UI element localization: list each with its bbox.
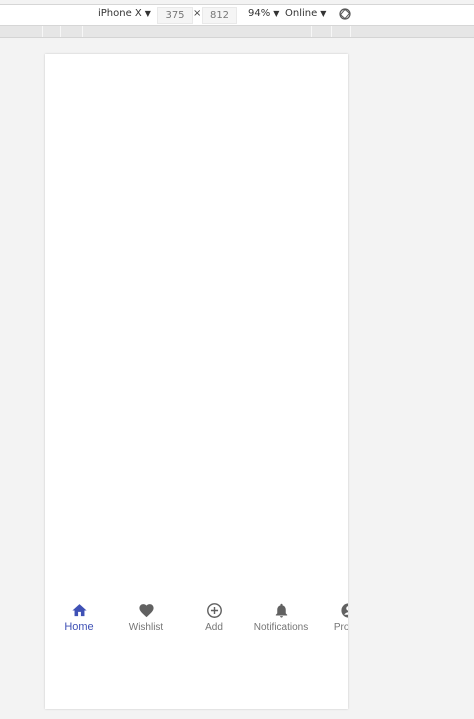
nav-label-add: Add xyxy=(205,622,223,633)
zoom-value: 94% xyxy=(248,8,271,19)
zoom-select[interactable]: 94% ▼ xyxy=(248,8,279,19)
width-input[interactable]: 375 xyxy=(157,7,193,24)
ruler-tick xyxy=(331,26,332,37)
device-name: iPhone X xyxy=(98,8,142,19)
caret-down-icon: ▼ xyxy=(144,9,151,18)
nav-label-profile: Profile xyxy=(333,622,348,633)
rotate-icon[interactable] xyxy=(338,7,352,21)
bell-icon xyxy=(275,603,287,618)
nav-item-home[interactable]: Home xyxy=(49,602,109,642)
heart-icon xyxy=(138,604,154,618)
nav-label-notifications: Notifications xyxy=(253,622,309,633)
ruler-tick xyxy=(311,26,312,37)
network-value: Online xyxy=(285,8,318,19)
nav-label-wishlist: Wishlist xyxy=(128,622,164,633)
caret-down-icon: ▼ xyxy=(320,9,327,18)
media-query-bar xyxy=(0,26,474,38)
device-viewport: Home Wishlist Add Notifications Pro xyxy=(45,54,348,709)
nav-item-wishlist[interactable]: Wishlist xyxy=(116,602,176,642)
bottom-navigation: Home Wishlist Add Notifications Pro xyxy=(45,602,348,642)
nav-item-profile[interactable]: Profile xyxy=(318,602,348,642)
ruler-tick xyxy=(42,26,43,37)
home-icon xyxy=(71,604,87,617)
height-input[interactable]: 812 xyxy=(202,7,237,24)
ruler-tick xyxy=(350,26,351,37)
add-circle-icon xyxy=(206,603,222,618)
nav-item-notifications[interactable]: Notifications xyxy=(251,602,311,642)
device-select[interactable]: iPhone X ▼ xyxy=(98,8,151,19)
dimension-separator: × xyxy=(193,8,202,19)
device-toolbar: iPhone X ▼ 375 × 812 94% ▼ Online ▼ xyxy=(0,4,474,26)
account-icon xyxy=(340,603,348,618)
nav-item-add[interactable]: Add xyxy=(184,602,244,642)
ruler-tick xyxy=(60,26,61,37)
ruler-tick xyxy=(82,26,83,37)
caret-down-icon: ▼ xyxy=(273,9,280,18)
nav-label-home: Home xyxy=(64,621,94,633)
network-throttle-select[interactable]: Online ▼ xyxy=(285,8,326,19)
